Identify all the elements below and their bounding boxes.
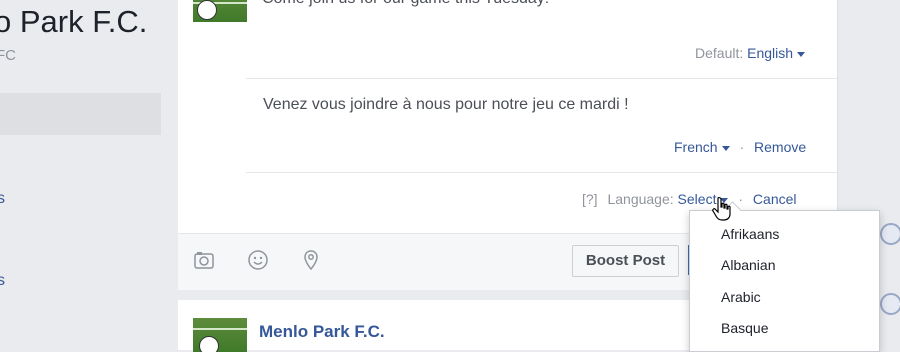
- default-language-row: Default: English: [695, 45, 806, 61]
- help-link[interactable]: [?]: [582, 191, 598, 207]
- hand-cursor-icon: [712, 196, 731, 221]
- chevron-down-icon: [721, 145, 730, 151]
- emoji-icon[interactable]: [247, 249, 269, 271]
- cancel-link[interactable]: Cancel: [753, 191, 797, 207]
- page-handle: FC: [0, 47, 16, 64]
- chevron-down-icon: [797, 51, 806, 57]
- add-language-row: [?] Language: Select · Cancel: [582, 191, 797, 207]
- camera-icon[interactable]: [193, 249, 215, 271]
- sidebar-item-fragment[interactable]: s: [0, 190, 5, 208]
- default-language-prefix: Default:: [695, 45, 744, 61]
- sidebar-item-fragment[interactable]: s: [0, 272, 5, 290]
- page-avatar-thumbnail: [193, 0, 247, 22]
- separator: ·: [738, 191, 744, 207]
- avatar[interactable]: [880, 223, 900, 245]
- language-option[interactable]: Basque: [721, 320, 768, 336]
- separator: ·: [739, 139, 745, 155]
- language-option[interactable]: Afrikaans: [721, 226, 779, 242]
- default-language-value: English: [747, 45, 794, 61]
- french-translation-row: French · Remove: [674, 139, 806, 155]
- remove-translation-link[interactable]: Remove: [754, 139, 806, 155]
- language-prefix: Language:: [607, 191, 674, 207]
- post-text-default[interactable]: Come join us for our game this Tuesday!: [262, 0, 549, 8]
- language-option[interactable]: Albanian: [721, 257, 776, 273]
- french-language-dropdown[interactable]: French: [674, 139, 730, 155]
- location-icon[interactable]: [300, 249, 322, 271]
- feed-post-author[interactable]: Menlo Park F.C.: [259, 322, 385, 342]
- sidebar-item-active[interactable]: [0, 93, 161, 135]
- french-language-value: French: [674, 139, 718, 155]
- author-avatar-thumbnail[interactable]: [193, 318, 247, 352]
- divider: [246, 78, 837, 79]
- language-option[interactable]: Arabic: [721, 289, 761, 305]
- default-language-dropdown[interactable]: English: [747, 45, 806, 61]
- post-text-french[interactable]: Venez vous joindre à nous pour notre jeu…: [263, 96, 629, 114]
- avatar[interactable]: [880, 293, 900, 315]
- left-sidebar: o Park F.C. FC s s: [0, 0, 178, 350]
- divider: [246, 172, 837, 173]
- language-dropdown-menu: Afrikaans Albanian Arabic Basque: [689, 201, 880, 352]
- boost-post-button[interactable]: Boost Post: [572, 245, 679, 277]
- page-title: o Park F.C.: [0, 4, 148, 39]
